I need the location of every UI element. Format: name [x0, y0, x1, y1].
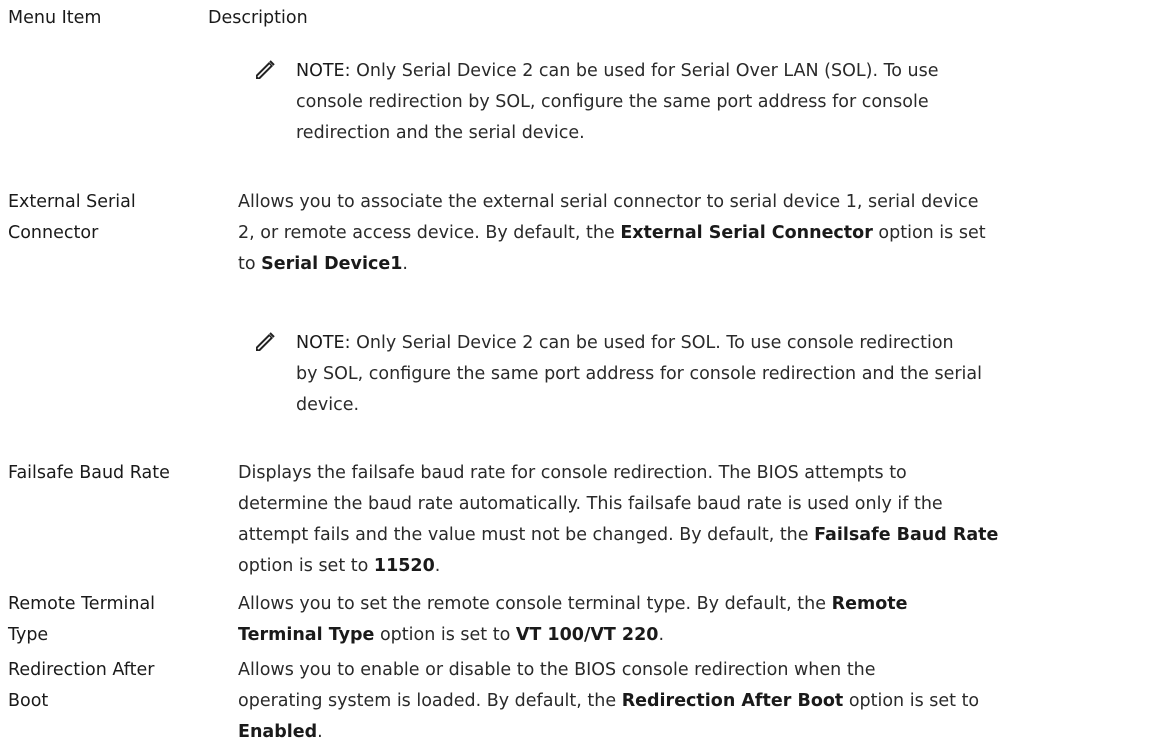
note-label: NOTE:	[296, 61, 351, 81]
desc-text: to	[238, 254, 256, 274]
default-value: Serial Device1	[261, 254, 403, 274]
menu-item-label: External Serial Connector	[8, 187, 203, 249]
default-value: VT 100/VT 220	[515, 625, 659, 645]
desc-line: determine the baud rate automatically. T…	[238, 494, 943, 514]
label-line: External Serial	[8, 192, 136, 212]
label-line: Connector	[8, 223, 99, 243]
desc-text: attempt fails and the value must not be …	[238, 525, 809, 545]
label-line: Boot	[8, 691, 49, 711]
desc-text: .	[317, 722, 323, 742]
menu-item-label: Redirection After Boot	[8, 655, 203, 717]
note-line: device.	[296, 395, 360, 415]
header-menu-item: Menu Item	[8, 8, 102, 28]
desc-line: Allows you to enable or disable to the B…	[238, 660, 876, 680]
note-text: NOTE: Only Serial Device 2 can be used f…	[296, 328, 1158, 421]
menu-item-description: Allows you to enable or disable to the B…	[238, 655, 1158, 748]
desc-text: option is set to	[238, 556, 369, 576]
desc-text: .	[402, 254, 408, 274]
desc-text: .	[658, 625, 665, 645]
header-description: Description	[208, 8, 308, 28]
desc-line: Displays the failsafe baud rate for cons…	[238, 463, 907, 483]
option-name: Remote	[831, 594, 908, 614]
label-line: Redirection After	[8, 660, 155, 680]
desc-text: option is set to	[848, 691, 980, 711]
option-name: Failsafe Baud Rate	[814, 525, 999, 545]
option-name: Terminal Type	[238, 625, 375, 645]
note-text: NOTE: Only Serial Device 2 can be used f…	[296, 56, 1158, 149]
note-line: Only Serial Device 2 can be used for SOL…	[356, 333, 954, 353]
label-line: Remote Terminal	[8, 594, 156, 614]
option-name: External Serial Connector	[620, 223, 873, 243]
menu-item-description: Allows you to associate the external ser…	[238, 187, 1158, 280]
note-line: Only Serial Device 2 can be used for Ser…	[356, 61, 939, 81]
default-value: Enabled	[238, 722, 318, 742]
default-value: 11520	[373, 556, 435, 576]
note-line: console redirection by SOL, configure th…	[296, 92, 929, 112]
desc-text: option is set	[878, 223, 986, 243]
desc-text: Allows you to set the remote console ter…	[238, 594, 827, 614]
desc-text: .	[434, 556, 441, 576]
menu-item-description: Displays the failsafe baud rate for cons…	[238, 458, 1158, 582]
menu-item-label: Remote Terminal Type	[8, 589, 203, 651]
desc-text: 2, or remote access device. By default, …	[238, 223, 615, 243]
note-label: NOTE:	[296, 333, 351, 353]
pencil-note-icon	[254, 331, 276, 353]
desc-text: operating system is loaded. By default, …	[238, 691, 617, 711]
desc-text: option is set to	[379, 625, 511, 645]
label-line: Type	[8, 625, 49, 645]
note-line: redirection and the serial device.	[296, 123, 585, 143]
option-name: Redirection After Boot	[621, 691, 844, 711]
note-line: by SOL, configure the same port address …	[296, 364, 983, 384]
desc-line: Allows you to associate the external ser…	[238, 192, 979, 212]
menu-item-label: Failsafe Baud Rate	[8, 463, 170, 483]
pencil-note-icon	[254, 59, 276, 81]
menu-item-description: Allows you to set the remote console ter…	[238, 589, 1158, 651]
